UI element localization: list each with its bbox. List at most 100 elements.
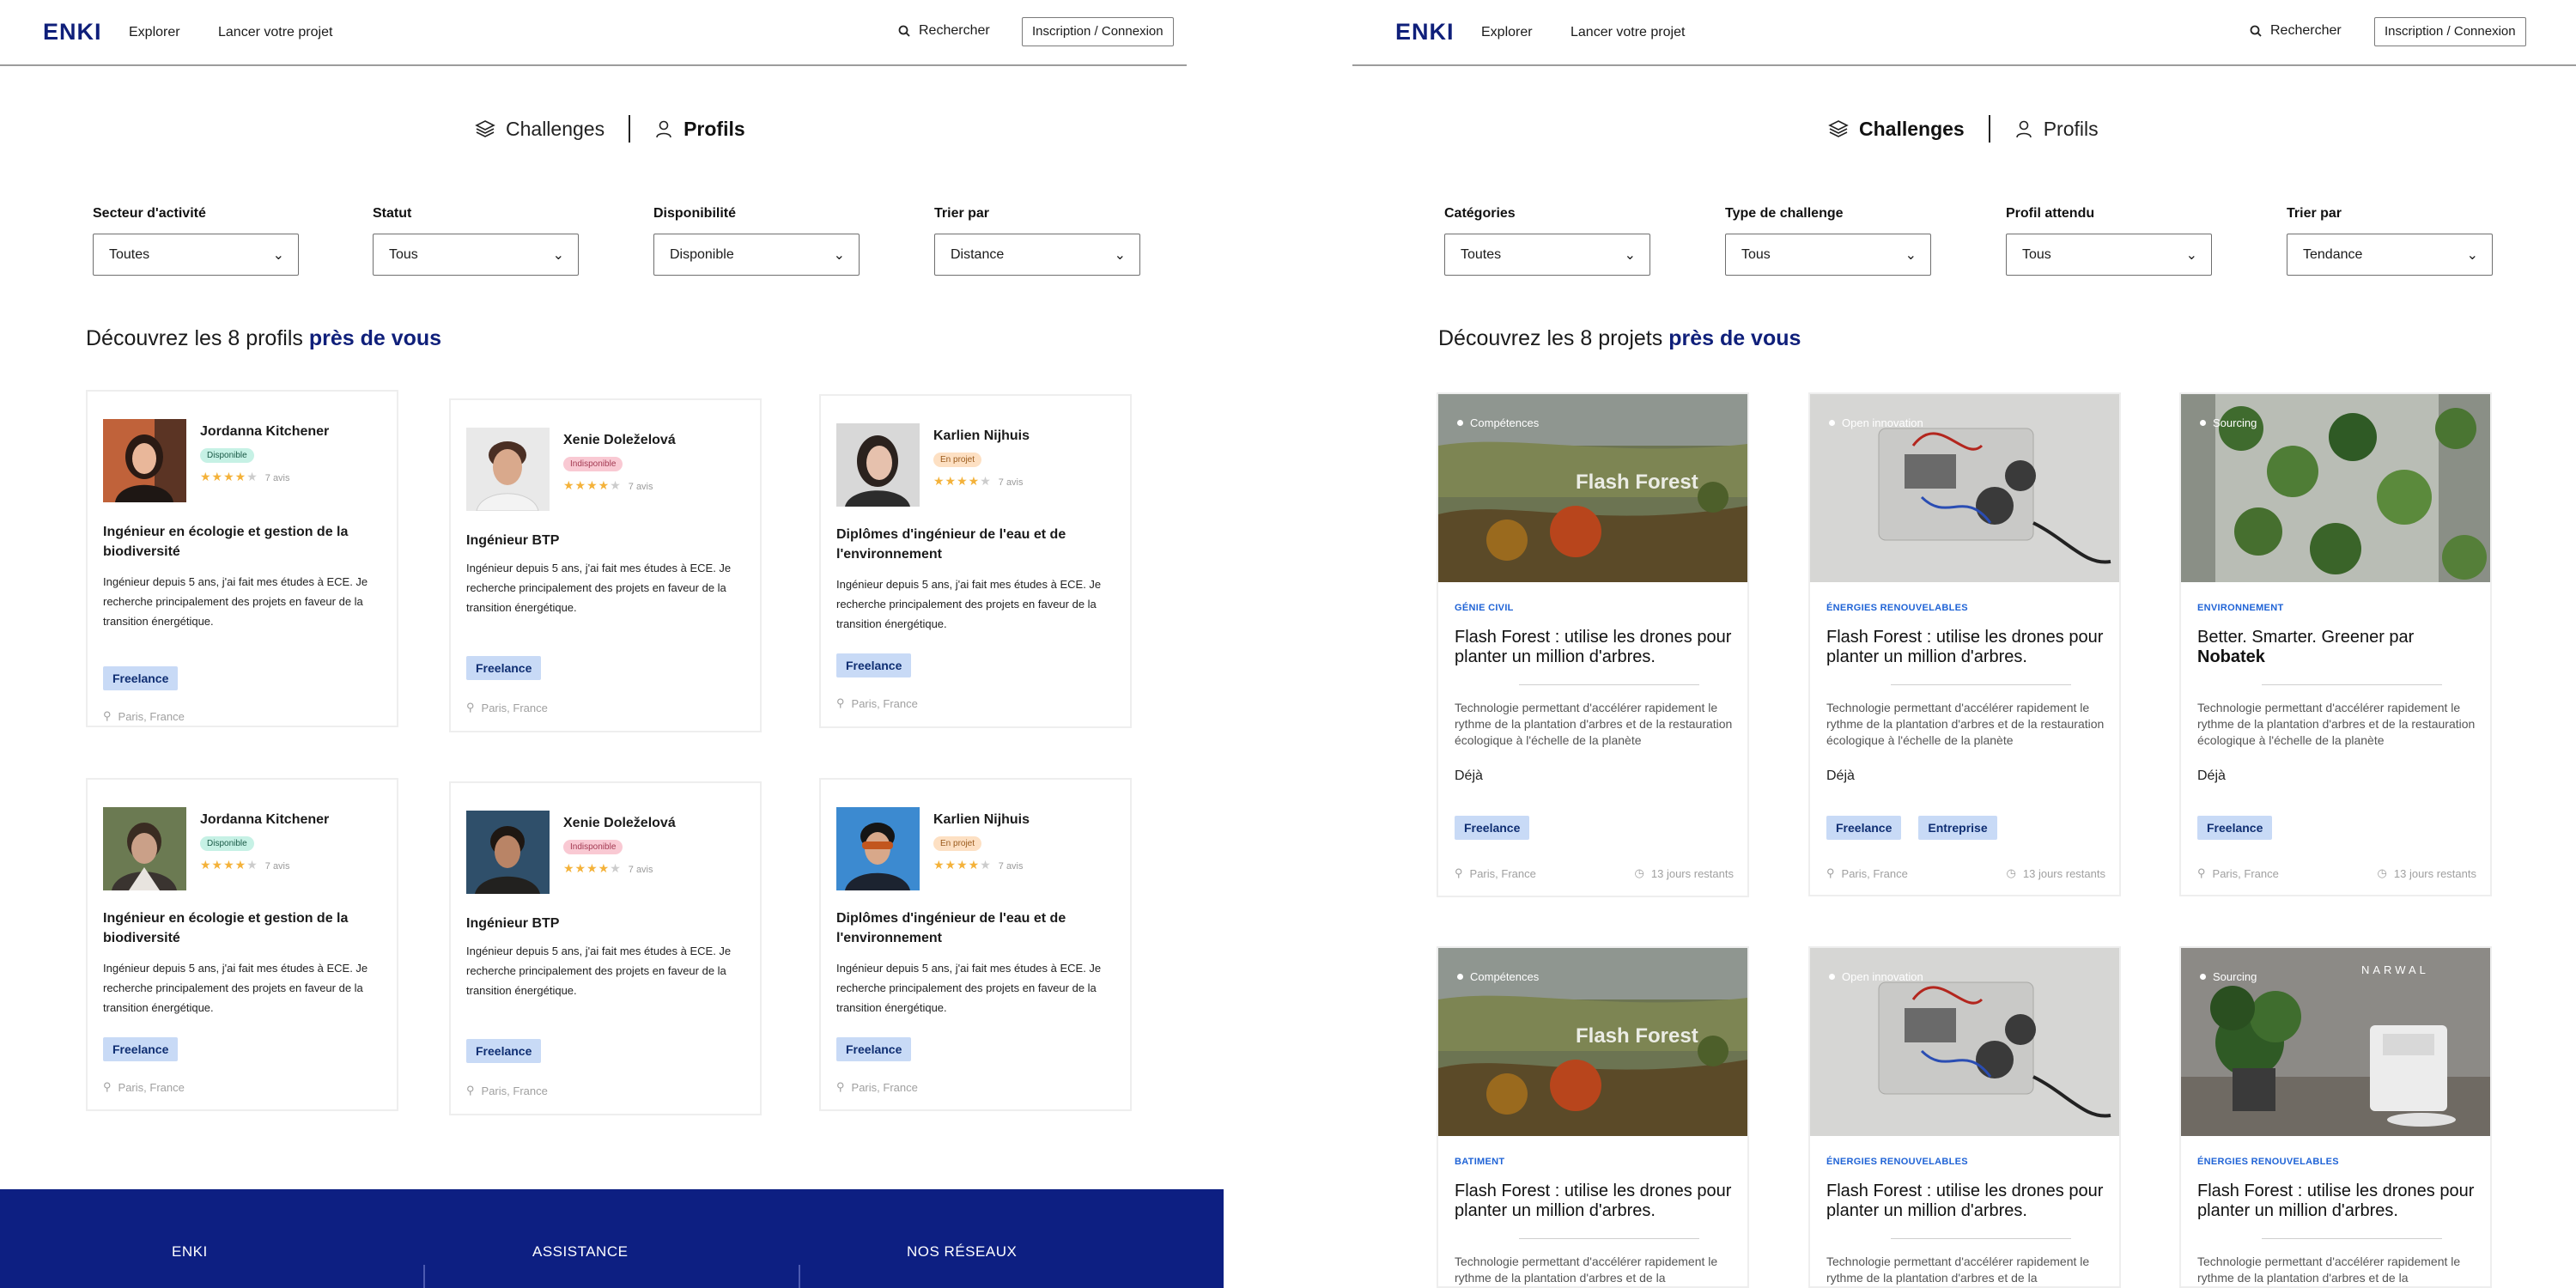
challenge-type: Open innovation: [1829, 970, 1923, 983]
tab-challenges[interactable]: Challenges: [475, 118, 605, 141]
tab-profils[interactable]: Profils: [654, 118, 745, 141]
profile-name: Karlien Nijhuis: [933, 812, 1030, 827]
time-remaining: 13 jours restants: [1650, 866, 1734, 880]
divider: [1519, 1238, 1699, 1239]
project-card[interactable]: Sourcing ENVIRONNEMENT Better. Smarter. …: [2179, 392, 2492, 896]
project-description: Technologie permettant d'accélérer rapid…: [2197, 701, 2476, 747]
project-title-text: Flash Forest : utilise les drones pour p…: [1455, 628, 1732, 666]
challenge-type-label: Compétences: [1470, 970, 1540, 983]
availability-select[interactable]: Disponible ⌄: [653, 234, 860, 276]
profile-description: Ingénieur depuis 5 ans, j'ai fait mes ét…: [466, 562, 732, 614]
status-badge: Disponible: [200, 836, 254, 851]
headline-text: Découvrez les 8 projets: [1438, 326, 1669, 350]
category-select[interactable]: Toutes ⌄: [1444, 234, 1650, 276]
profile-card[interactable]: Jordanna Kitchener Disponible ★★★★★ 7 avi…: [86, 390, 398, 727]
project-meta: ⚲ Paris, France ◷ 13 jours restants: [2197, 866, 2476, 880]
nav-launch-project[interactable]: Lancer votre projet: [218, 25, 332, 40]
profile-description: Ingénieur depuis 5 ans, j'ai fait mes ét…: [836, 578, 1102, 630]
project-card[interactable]: Flash Forest Compétences BATIMENT Flash …: [1437, 946, 1749, 1288]
tab-separator: [1988, 115, 1990, 143]
project-category: ÉNERGIES RENOUVELABLES: [2197, 1157, 2339, 1167]
tab-challenges-label: Challenges: [1859, 117, 1965, 140]
logo[interactable]: ENKI: [1395, 19, 1455, 46]
project-title: Flash Forest : utilise les drones pour p…: [1455, 628, 1734, 667]
profile-name: Xenie Doleželová: [563, 433, 676, 447]
location-text: Paris, France: [851, 1080, 918, 1094]
profile-card[interactable]: Karlien Nijhuis En projet ★★★★★ 7 avis Di…: [819, 394, 1132, 728]
challenge-type-label: Sourcing: [2213, 416, 2257, 429]
challenge-type-label: Compétences: [1470, 416, 1540, 429]
avatar: [836, 423, 920, 507]
profile-title: Ingénieur BTP: [466, 916, 560, 931]
project-card[interactable]: NARWAL Sourcing ÉNERGIES RENOUVELABLES F…: [2179, 946, 2492, 1288]
filter-profile: Profil attendu Tous ⌄: [2006, 206, 2212, 276]
tab-challenges[interactable]: Challenges: [1828, 118, 1965, 141]
footer-networks[interactable]: NOS RÉSEAUX: [907, 1243, 1017, 1261]
location-text: Paris, France: [118, 709, 185, 723]
headline-text: Découvrez les 8 profils: [86, 326, 309, 350]
profile-title: Ingénieur BTP: [466, 533, 560, 548]
tab-profils-label: Profils: [683, 117, 745, 140]
divider: [1891, 1238, 2071, 1239]
login-button[interactable]: Inscription / Connexion: [2374, 17, 2526, 46]
reviews-count: 7 avis: [264, 473, 290, 483]
profile-card[interactable]: Karlien Nijhuis En projet ★★★★★ 7 avis Di…: [819, 778, 1132, 1111]
view-tabs: Challenges Profils: [1828, 112, 2099, 146]
project-category: ÉNERGIES RENOUVELABLES: [1826, 603, 1968, 613]
project-description: Technologie permettant d'accélérer rapid…: [2197, 1255, 2461, 1285]
sort-select[interactable]: Distance ⌄: [934, 234, 1140, 276]
clock-icon: ◷: [1634, 866, 1644, 879]
search-button[interactable]: Rechercher: [898, 23, 990, 39]
status-select[interactable]: Tous ⌄: [373, 234, 579, 276]
results-headline: Découvrez les 8 profils près de vous: [86, 326, 441, 351]
project-card[interactable]: Open innovation ÉNERGIES RENOUVELABLES F…: [1808, 946, 2121, 1288]
location-pin-icon: ⚲: [2197, 866, 2206, 879]
project-card[interactable]: Flash Forest Compétences GÉNIE CIVIL Fla…: [1437, 392, 1749, 897]
profile-select[interactable]: Tous ⌄: [2006, 234, 2212, 276]
avatar: [466, 811, 550, 894]
tab-profils[interactable]: Profils: [2014, 118, 2099, 141]
sector-select[interactable]: Toutes ⌄: [93, 234, 299, 276]
filter-category: Catégories Toutes ⌄: [1444, 206, 1650, 276]
project-card[interactable]: Open innovation ÉNERGIES RENOUVELABLES F…: [1808, 392, 2121, 896]
footer-assistance[interactable]: ASSISTANCE: [532, 1243, 628, 1261]
nav-explorer[interactable]: Explorer: [1481, 25, 1533, 40]
profile-name: Karlien Nijhuis: [933, 428, 1030, 443]
profile-description: Ingénieur depuis 5 ans, j'ai fait mes ét…: [103, 962, 368, 1014]
challenge-type: Compétences: [1457, 970, 1539, 983]
nav-explorer[interactable]: Explorer: [129, 25, 180, 40]
project-category: GÉNIE CIVIL: [1455, 603, 1514, 613]
nav-launch-project[interactable]: Lancer votre projet: [1571, 25, 1685, 40]
chevron-down-icon: ⌄: [1905, 247, 1917, 263]
location-text: Paris, France: [1841, 866, 1908, 880]
avatar: [103, 807, 186, 890]
profile-card[interactable]: Xenie Doleželová Indisponible ★★★★★ 7 avi…: [449, 781, 762, 1115]
search-label: Rechercher: [2270, 23, 2342, 38]
location-pin-icon: ⚲: [836, 696, 845, 709]
divider: [1519, 684, 1699, 685]
profile-card[interactable]: Jordanna Kitchener Disponible ★★★★★ 7 avi…: [86, 778, 398, 1111]
deja-label: Déjà: [2197, 769, 2226, 783]
freelance-tag: Freelance: [1826, 816, 1902, 840]
profile-title: Diplômes d'ingénieur de l'eau et de l'en…: [836, 911, 1066, 945]
filter-sort: Trier par Tendance ⌄: [2287, 206, 2493, 276]
project-title: Flash Forest : utilise les drones pour p…: [1455, 1182, 1734, 1221]
footer-enki[interactable]: ENKI: [172, 1243, 208, 1261]
search-button[interactable]: Rechercher: [2250, 23, 2342, 39]
challenge-type-select[interactable]: Tous ⌄: [1725, 234, 1931, 276]
challenge-type: Open innovation: [1829, 416, 1923, 429]
location-pin-icon: ⚲: [1455, 866, 1463, 879]
rating-stars: ★★★★★ 7 avis: [200, 858, 290, 872]
logo[interactable]: ENKI: [43, 19, 102, 46]
project-title-bold: Nobatek: [2197, 647, 2265, 666]
profile-card[interactable]: Xenie Doleželová Indisponible ★★★★★ 7 avi…: [449, 398, 762, 732]
profile-name: Jordanna Kitchener: [200, 812, 330, 827]
freelance-tag: Freelance: [1455, 816, 1530, 840]
login-button[interactable]: Inscription / Connexion: [1022, 17, 1174, 46]
sort-select[interactable]: Tendance ⌄: [2287, 234, 2493, 276]
search-icon: [898, 25, 910, 37]
challenge-type: Sourcing: [2200, 970, 2257, 983]
rating-stars: ★★★★★ 7 avis: [933, 474, 1024, 488]
filter-challenge-type: Type de challenge Tous ⌄: [1725, 206, 1931, 276]
location-pin-icon: ⚲: [103, 1080, 112, 1093]
